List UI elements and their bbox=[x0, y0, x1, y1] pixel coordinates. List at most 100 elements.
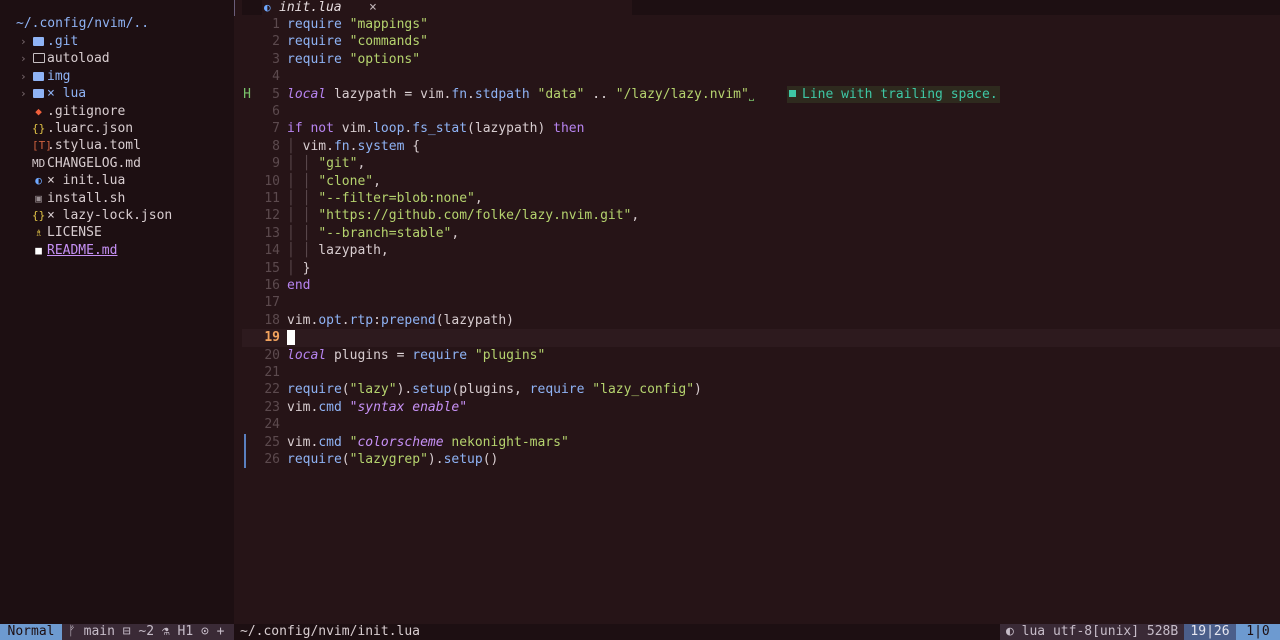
chevron-right-icon[interactable]: › bbox=[20, 33, 27, 50]
status-line: Normal ᚠ main ⊟ ~2 ⚗ H1 ⊙ + ~/.config/nv… bbox=[0, 624, 1280, 640]
code-text: vim.opt.rtp:prepend(lazypath) bbox=[287, 312, 515, 328]
line-number: 26 bbox=[264, 452, 280, 467]
file-icon: ■ bbox=[35, 243, 42, 257]
code-line[interactable]: 24 bbox=[242, 416, 1280, 433]
line-number: 4 bbox=[272, 69, 280, 85]
lua-file-icon: ◐ bbox=[264, 1, 271, 14]
code-line[interactable]: 18 vim.opt.rtp:prepend(lazypath) bbox=[242, 312, 1280, 329]
code-text: │ │ "git", bbox=[287, 156, 366, 172]
tab-bar: ◐ init.lua × bbox=[242, 0, 1280, 15]
code-text: │ } bbox=[287, 260, 311, 276]
code-line[interactable]: 10 │ │ "clone", bbox=[242, 173, 1280, 190]
diagnostic-icon bbox=[789, 89, 796, 97]
tree-item-label: autoload bbox=[47, 51, 110, 67]
tree-item-label: LICENSE bbox=[47, 225, 102, 241]
folder-icon bbox=[32, 33, 45, 50]
code-line[interactable]: 7 if not vim.loop.fs_stat(lazypath) then bbox=[242, 120, 1280, 137]
line-number: 11 bbox=[264, 191, 280, 206]
git-branch-info: ᚠ main ⊟ ~2 ⚗ H1 ⊙ + bbox=[62, 624, 234, 640]
code-line[interactable]: 1 require "mappings" bbox=[242, 16, 1280, 33]
code-line[interactable]: 4 bbox=[242, 68, 1280, 85]
code-line[interactable]: 23 vim.cmd "syntax enable" bbox=[242, 399, 1280, 416]
code-line[interactable]: 17 bbox=[242, 294, 1280, 311]
code-line[interactable]: 19 bbox=[242, 329, 1280, 347]
code-line[interactable]: 9 │ │ "git", bbox=[242, 155, 1280, 172]
code-line[interactable]: 20 local plugins = require "plugins" bbox=[242, 347, 1280, 364]
line-number: 9 bbox=[272, 156, 280, 172]
selection-info: 1|0 bbox=[1236, 624, 1280, 640]
tab-init-lua[interactable]: ◐ init.lua × bbox=[262, 0, 632, 15]
code-text: require("lazygrep").setup() bbox=[287, 452, 499, 467]
line-number: 16 bbox=[264, 278, 280, 293]
code-line[interactable]: 22 require("lazy").setup(plugins, require… bbox=[242, 381, 1280, 398]
line-number: 25 bbox=[264, 434, 280, 450]
code-text: │ │ "--filter=blob:none", bbox=[287, 191, 483, 206]
tree-item-label: .luarc.json bbox=[47, 121, 134, 136]
code-text: │ │ lazypath, bbox=[287, 243, 389, 259]
code-line[interactable]: 12 │ │ "https://github.com/folke/lazy.nvi… bbox=[242, 207, 1280, 224]
file-icon: ▣ bbox=[35, 191, 42, 205]
code-text: │ vim.fn.system { bbox=[287, 138, 421, 154]
line-number: 21 bbox=[264, 365, 280, 380]
code-text: vim.cmd "syntax enable" bbox=[287, 399, 468, 415]
code-line[interactable]: 6 bbox=[242, 103, 1280, 120]
code-text: require "options" bbox=[287, 51, 421, 67]
code-line[interactable]: H 5 local lazypath = vim.fn.stdpath "data"… bbox=[242, 85, 1280, 103]
chevron-right-icon[interactable]: › bbox=[20, 85, 27, 102]
code-line[interactable]: 8 │ vim.fn.system { bbox=[242, 138, 1280, 155]
code-line[interactable]: 11 │ │ "--filter=blob:none", bbox=[242, 190, 1280, 207]
folder-icon bbox=[32, 68, 45, 85]
tree-item-label: × lua bbox=[47, 86, 87, 102]
code-text: │ │ "https://github.com/folke/lazy.nvim.… bbox=[287, 208, 640, 224]
line-number: 6 bbox=[272, 104, 280, 119]
tree-item-label: .gitignore bbox=[47, 103, 126, 119]
chevron-right-icon[interactable]: › bbox=[20, 50, 27, 67]
tree-item-label: img bbox=[47, 68, 71, 84]
code-line[interactable]: 2 require "commands" bbox=[242, 33, 1280, 50]
diagnostic-message: Line with trailing space. bbox=[787, 85, 1000, 103]
tree-item-label: × lazy-lock.json bbox=[47, 208, 173, 223]
line-number: 22 bbox=[264, 382, 280, 398]
line-number: 13 bbox=[264, 225, 280, 241]
folder-icon bbox=[32, 85, 45, 102]
explorer-root-path[interactable]: ~/.config/nvim/.. bbox=[16, 16, 149, 31]
cursor-position: 19|26 bbox=[1184, 624, 1236, 640]
window-divider bbox=[234, 0, 235, 16]
file-icon: ◆ bbox=[35, 104, 42, 118]
git-change-marker bbox=[244, 433, 246, 451]
code-line[interactable]: 13 │ │ "--branch=stable", bbox=[242, 225, 1280, 242]
line-number: 12 bbox=[264, 208, 280, 224]
code-text: require "commands" bbox=[287, 34, 428, 50]
file-icon: ♗ bbox=[35, 226, 42, 240]
code-text: local lazypath = vim.fn.stdpath "data" .… bbox=[287, 86, 755, 102]
tree-item-label: README.md bbox=[47, 242, 118, 258]
file-explorer: ~/.config/nvim/.. › .git › autoload › img › × l… bbox=[0, 0, 234, 624]
close-icon[interactable]: × bbox=[369, 0, 377, 15]
code-text: vim.cmd "colorscheme nekonight-mars" bbox=[287, 434, 569, 450]
file-icon: {} bbox=[32, 122, 46, 135]
line-number: 20 bbox=[264, 347, 280, 363]
line-number: 2 bbox=[272, 34, 280, 50]
file-icon: MD bbox=[32, 156, 46, 170]
code-line[interactable]: 14 │ │ lazypath, bbox=[242, 242, 1280, 259]
code-editor[interactable]: 1 require "mappings" 2 require "commands" 3 r… bbox=[242, 16, 1280, 624]
code-text: if not vim.loop.fs_stat(lazypath) then bbox=[287, 121, 585, 137]
line-number: 15 bbox=[264, 260, 280, 276]
chevron-right-icon[interactable]: › bbox=[20, 68, 27, 85]
code-line[interactable]: 21 bbox=[242, 364, 1280, 381]
file-path: ~/.config/nvim/init.lua bbox=[240, 624, 421, 639]
code-line[interactable]: 15 │ } bbox=[242, 260, 1280, 277]
code-line[interactable]: 25 vim.cmd "colorscheme nekonight-mars" bbox=[242, 433, 1280, 451]
tree-item-label: .stylua.toml bbox=[47, 138, 141, 154]
code-line[interactable]: 16 end bbox=[242, 277, 1280, 294]
code-text: require "mappings" bbox=[287, 17, 428, 32]
line-number: 14 bbox=[264, 243, 280, 259]
line-number: 5 bbox=[272, 86, 280, 102]
code-line[interactable]: 3 require "options" bbox=[242, 51, 1280, 68]
line-number: 1 bbox=[272, 17, 280, 32]
code-text: require("lazy").setup(plugins, require "… bbox=[287, 382, 702, 398]
line-number: 23 bbox=[264, 399, 280, 415]
file-icon: [T] bbox=[32, 139, 52, 153]
code-text: end bbox=[287, 278, 311, 293]
code-line[interactable]: 26 require("lazygrep").setup() bbox=[242, 451, 1280, 468]
